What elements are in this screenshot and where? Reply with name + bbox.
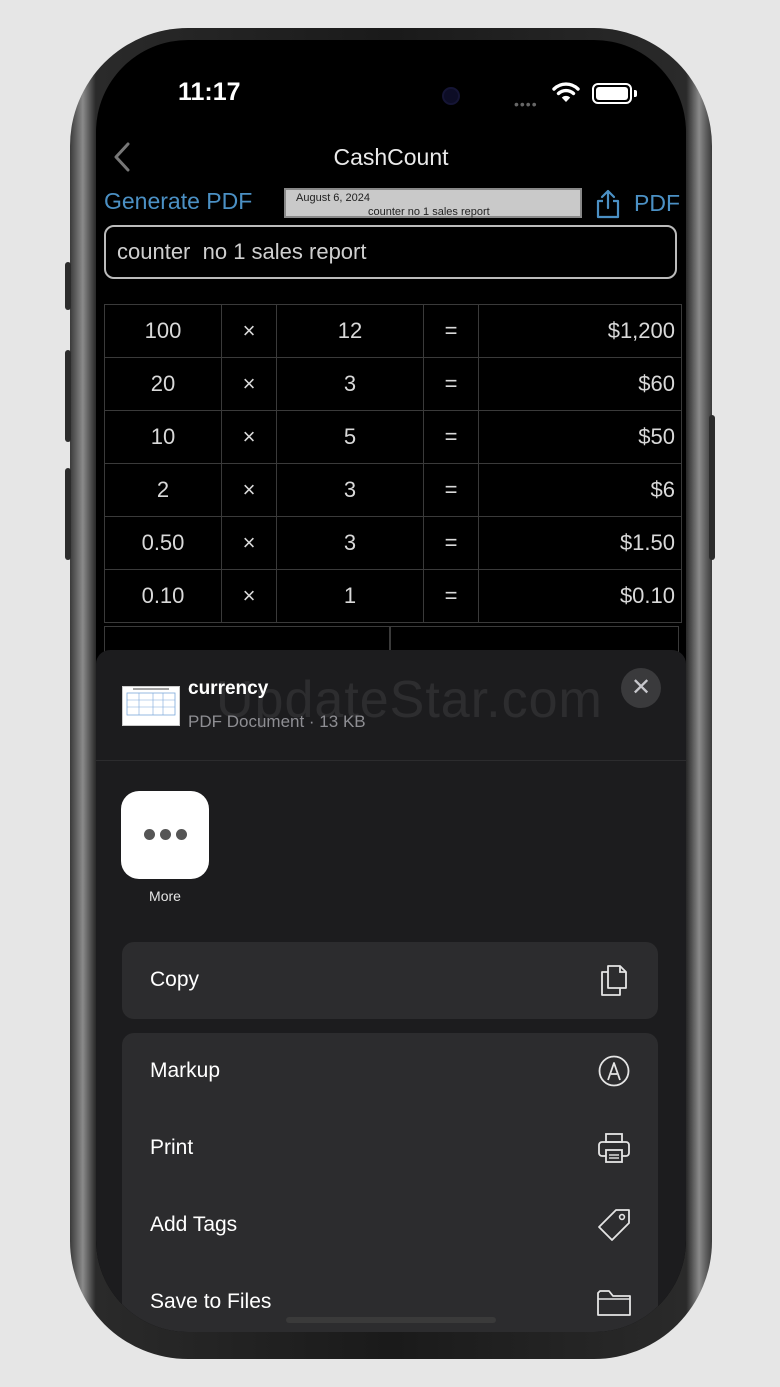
- count-cell[interactable]: 5: [276, 410, 424, 464]
- action-copy[interactable]: Copy: [122, 942, 658, 1019]
- count-cell[interactable]: 1: [276, 569, 424, 623]
- nav-title: CashCount: [333, 144, 449, 170]
- equals-sign: =: [423, 304, 479, 358]
- equals-sign: =: [423, 569, 479, 623]
- multiply-sign: ×: [221, 357, 277, 411]
- multiply-sign: ×: [221, 410, 277, 464]
- denomination-cell[interactable]: 0.50: [104, 516, 222, 570]
- wifi-icon: [552, 82, 580, 102]
- equals-sign: =: [423, 410, 479, 464]
- volume-up-button: [65, 350, 71, 442]
- multiply-sign: ×: [221, 516, 277, 570]
- volume-down-button: [65, 468, 71, 560]
- share-sheet: UpdateStar.com currency PDF Document · 1…: [96, 650, 686, 1332]
- battery-icon: [592, 83, 637, 104]
- pdf-thumbnail-icon: [126, 688, 176, 716]
- divider: [96, 760, 686, 761]
- denomination-cell[interactable]: 10: [104, 410, 222, 464]
- tag-icon: [598, 1209, 630, 1241]
- table-row: 20 × 3 = $60: [104, 357, 682, 411]
- denomination-cell[interactable]: 100: [104, 304, 222, 358]
- more-label: More: [149, 888, 181, 904]
- ellipsis-icon: [144, 829, 155, 840]
- action-add-tags[interactable]: Add Tags: [122, 1187, 658, 1264]
- actions-group: Markup Print Add Tags Save to Files: [122, 1033, 658, 1332]
- markup-icon: [598, 1055, 630, 1087]
- home-indicator[interactable]: [286, 1317, 496, 1323]
- preview-date: August 6, 2024: [296, 192, 371, 204]
- preview-title: counter no 1 sales report: [368, 206, 490, 218]
- copy-icon: [601, 965, 627, 996]
- total-cell: $0.10: [478, 569, 682, 623]
- power-button: [709, 415, 715, 560]
- cash-count-table: 100 × 12 = $1,200 20 × 3 = $60 10 × 5 = …: [104, 304, 682, 623]
- total-cell: $1,200: [478, 304, 682, 358]
- multiply-sign: ×: [221, 569, 277, 623]
- file-meta: PDF Document · 13 KB: [188, 712, 366, 731]
- action-label: Save to Files: [150, 1290, 272, 1313]
- file-name: currency: [188, 678, 269, 699]
- report-title-input[interactable]: [104, 225, 677, 279]
- silent-switch: [65, 262, 71, 310]
- table-row: 2 × 3 = $6: [104, 463, 682, 517]
- denomination-cell[interactable]: 0.10: [104, 569, 222, 623]
- action-label: Add Tags: [150, 1213, 238, 1236]
- file-thumbnail: [122, 686, 180, 726]
- denomination-cell[interactable]: 2: [104, 463, 222, 517]
- total-cell: $50: [478, 410, 682, 464]
- generate-pdf-button[interactable]: Generate PDF: [104, 188, 252, 215]
- screen: 11:17 •••• CashCount Generate PDF August…: [96, 40, 686, 1332]
- action-label: Markup: [150, 1059, 221, 1082]
- pdf-button[interactable]: PDF: [634, 190, 680, 217]
- count-cell[interactable]: 12: [276, 304, 424, 358]
- pdf-preview-thumbnail[interactable]: August 6, 2024 counter no 1 sales report: [284, 188, 582, 218]
- table-row: 0.50 × 3 = $1.50: [104, 516, 682, 570]
- multiply-sign: ×: [221, 463, 277, 517]
- count-cell[interactable]: 3: [276, 357, 424, 411]
- share-icon[interactable]: [594, 189, 622, 219]
- multiply-sign: ×: [221, 304, 277, 358]
- status-time: 11:17: [178, 78, 241, 106]
- equals-sign: =: [423, 357, 479, 411]
- cellular-signal-icon: ••••: [514, 96, 538, 112]
- action-print[interactable]: Print: [122, 1110, 658, 1187]
- more-button[interactable]: [121, 791, 209, 879]
- count-cell[interactable]: 3: [276, 516, 424, 570]
- total-cell: $6: [478, 463, 682, 517]
- total-cell: $1.50: [478, 516, 682, 570]
- action-label: Print: [150, 1136, 194, 1159]
- status-bar: 11:17 ••••: [96, 40, 686, 150]
- table-row: 10 × 5 = $50: [104, 410, 682, 464]
- close-button[interactable]: ✕: [621, 668, 661, 708]
- equals-sign: =: [423, 463, 479, 517]
- total-cell: $60: [478, 357, 682, 411]
- table-row: 100 × 12 = $1,200: [104, 304, 682, 358]
- camera-icon: [442, 87, 460, 105]
- equals-sign: =: [423, 516, 479, 570]
- action-label: Copy: [150, 968, 200, 991]
- folder-icon: [597, 1290, 631, 1316]
- copy-group: Copy: [122, 942, 658, 1019]
- denomination-cell[interactable]: 20: [104, 357, 222, 411]
- count-cell[interactable]: 3: [276, 463, 424, 517]
- table-row: 0.10 × 1 = $0.10: [104, 569, 682, 623]
- action-markup[interactable]: Markup: [122, 1033, 658, 1110]
- print-icon: [598, 1133, 630, 1163]
